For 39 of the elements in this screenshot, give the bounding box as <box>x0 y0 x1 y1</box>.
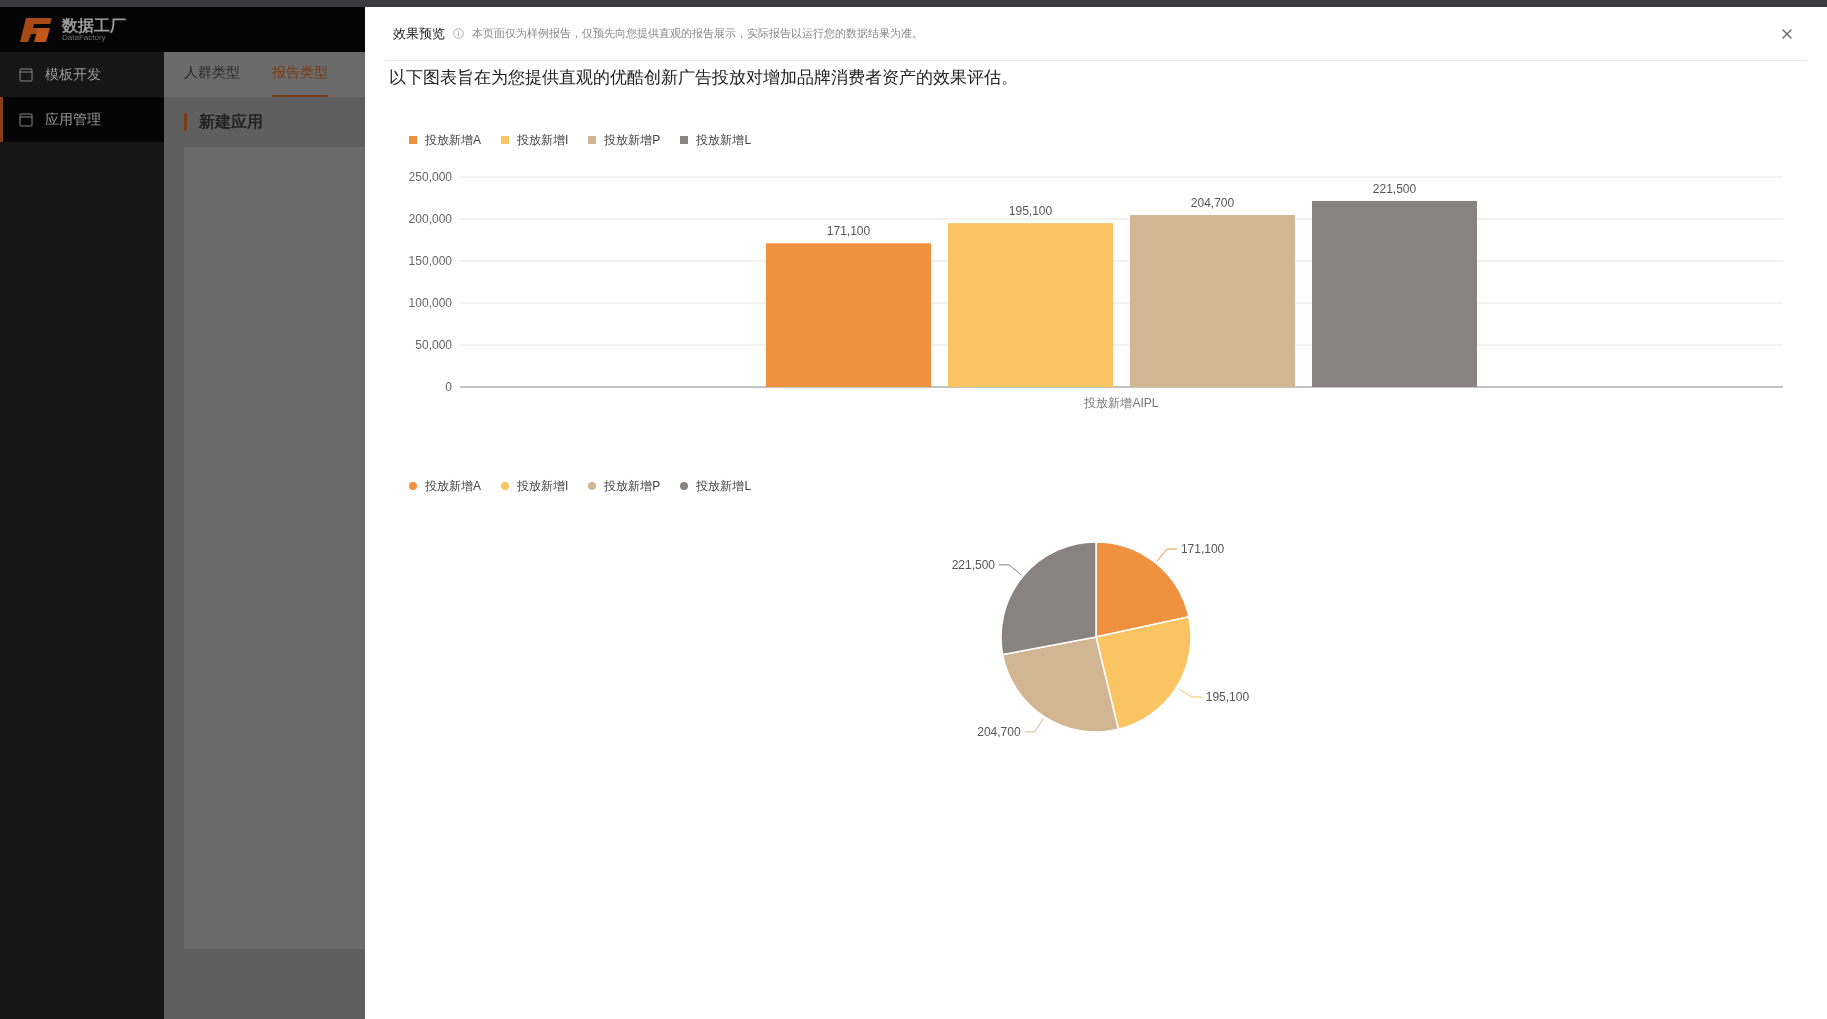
data-label: 204,700 <box>1190 196 1235 211</box>
intro-text: 以下图表旨在为您提供直观的优酷创新广告投放对增加品牌消费者资产的效果评估。 <box>388 67 1019 89</box>
modal-note: 本页面仅为样例报告，仅预先向您提供直观的报告展示，实际报告以运行您的数据结果为准。 <box>472 26 923 42</box>
data-label: 171,100 <box>1180 542 1225 556</box>
axis-tick-label: 250,000 <box>408 170 452 184</box>
legend-label[interactable]: 投放新增A <box>425 477 481 495</box>
modal-title: 效果预览 <box>393 24 445 43</box>
legend-label[interactable]: 投放新增I <box>517 131 569 149</box>
panel-icon <box>19 112 33 127</box>
legend-label[interactable]: 投放新增A <box>425 131 481 149</box>
legend-label[interactable]: 投放新增I <box>517 477 569 495</box>
legend-label[interactable]: 投放新增P <box>604 131 661 149</box>
axis-tick-label: 150,000 <box>408 254 452 268</box>
legend-label[interactable]: 投放新增L <box>696 131 752 149</box>
logo-title: 数据工厂 <box>62 17 126 34</box>
axis-tick-label: 100,000 <box>408 296 452 310</box>
sidebar-item[interactable]: 模板开发 <box>0 52 164 97</box>
leader-line <box>1177 688 1203 698</box>
sidebar-item[interactable]: 应用管理 <box>0 97 164 142</box>
axis-category-label: 投放新增AIPL <box>1084 396 1159 410</box>
data-label: 204,700 <box>977 724 1021 739</box>
data-label: 171,100 <box>826 224 871 239</box>
leader-line <box>1156 548 1178 562</box>
data-label: 195,100 <box>1205 689 1250 704</box>
legend-label[interactable]: 投放新增L <box>696 477 752 495</box>
axis-tick-label: 200,000 <box>408 212 452 226</box>
axis-tick-label: 0 <box>445 380 452 394</box>
leader-line <box>1024 717 1044 733</box>
section-title: 新建应用 <box>199 112 263 132</box>
logo-icon <box>20 15 54 44</box>
data-label: 195,100 <box>1008 204 1053 219</box>
leader-line <box>998 564 1022 576</box>
panel-icon <box>19 67 33 82</box>
data-label: 221,500 <box>1372 181 1417 196</box>
data-label: 221,500 <box>951 557 996 572</box>
logo-subtitle: DataFactory <box>62 33 107 42</box>
legend-label[interactable]: 投放新增P <box>604 477 661 495</box>
info-icon <box>453 28 464 39</box>
axis-tick-label: 50,000 <box>415 338 452 352</box>
